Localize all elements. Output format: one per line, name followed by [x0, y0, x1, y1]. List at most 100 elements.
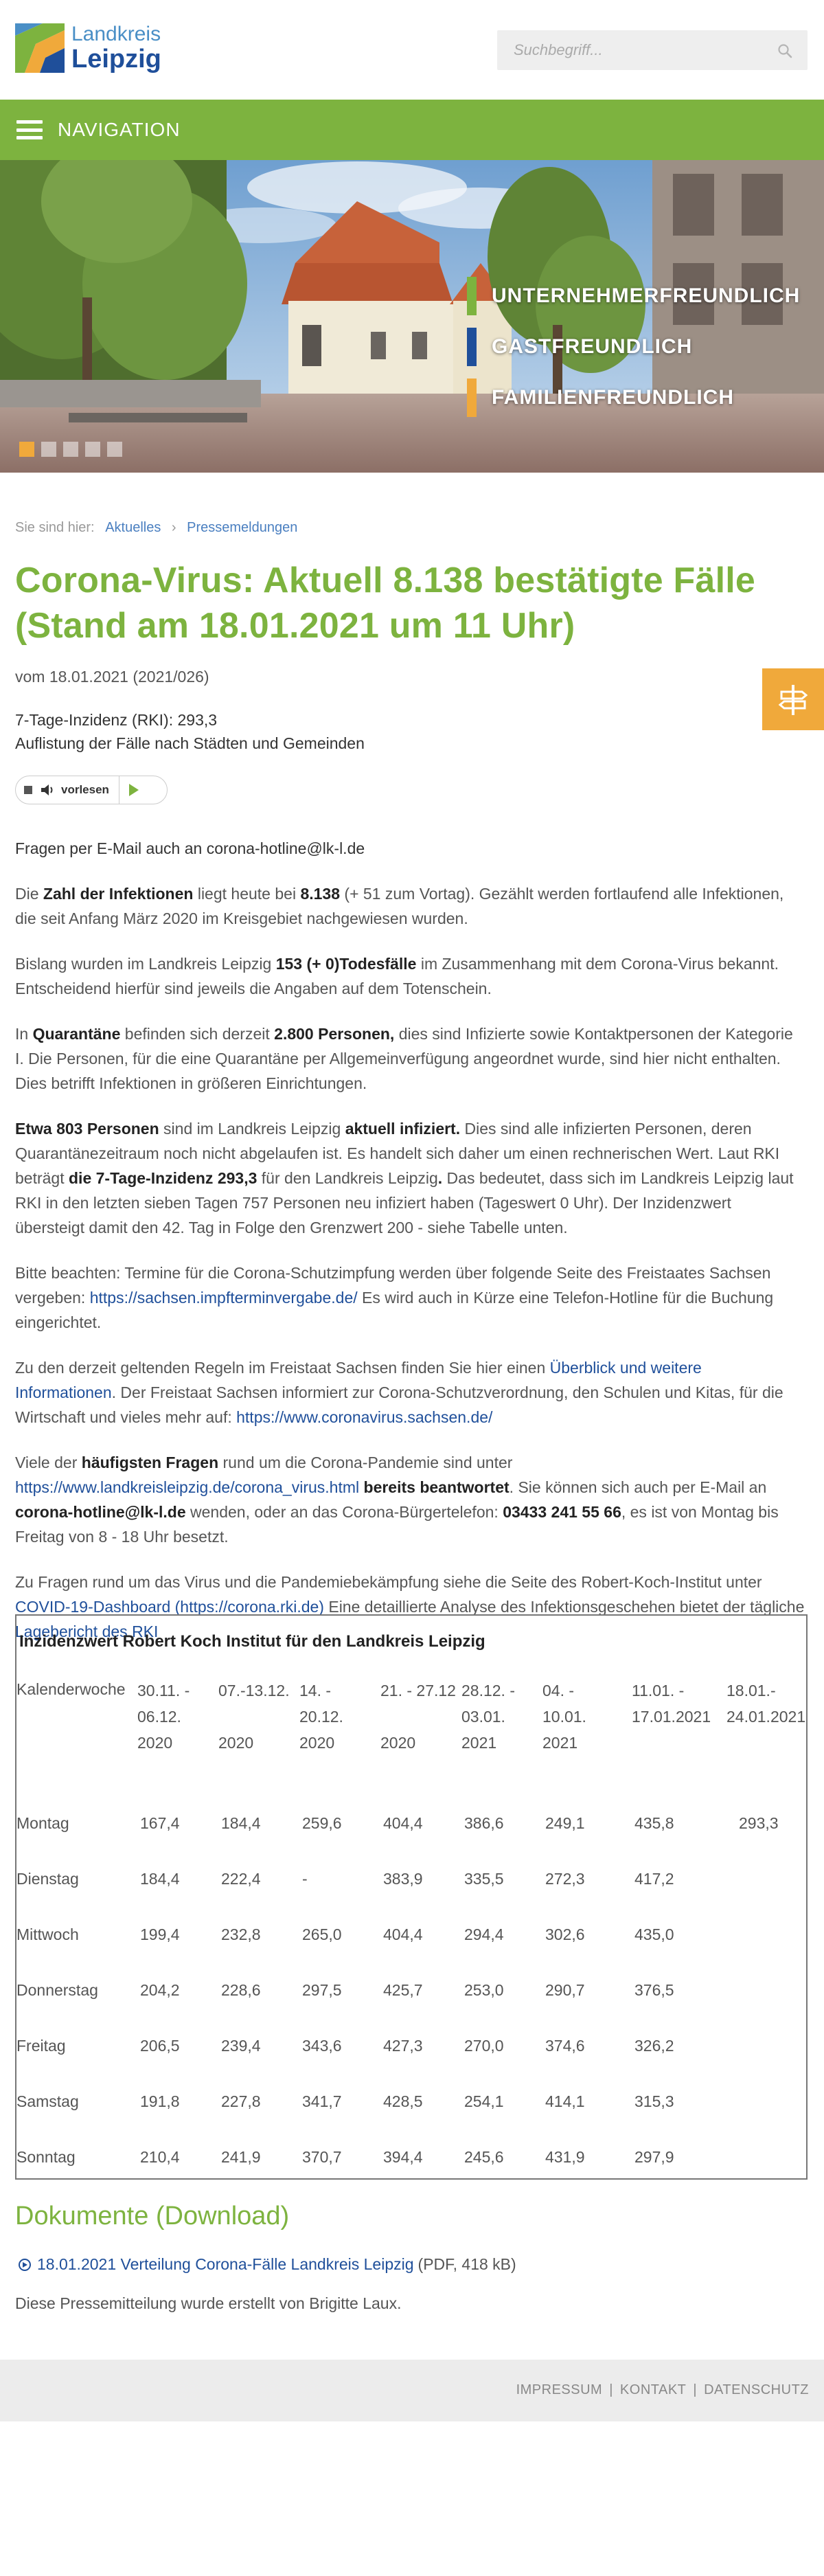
- claim-family: FAMILIENFREUNDLICH: [467, 379, 800, 417]
- breadcrumb: Sie sind hier: Aktuelles › Pressemeldung…: [15, 520, 297, 536]
- search-box: [497, 30, 808, 70]
- value-cell: 184,4: [221, 1814, 261, 1832]
- author-note: Diese Pressemitteilung wurde erstellt vo…: [15, 2294, 402, 2312]
- value-cell: [726, 2018, 806, 2074]
- logo-line-1: Landkreis: [71, 23, 161, 45]
- day-cell: Dienstag: [16, 1870, 79, 1888]
- infected-paragraph: Etwa 803 Personen sind im Landkreis Leip…: [15, 1120, 794, 1236]
- logo-line-2: Leipzig: [71, 45, 161, 74]
- site-logo[interactable]: Landkreis Leipzig: [15, 21, 166, 76]
- speaker-icon: [41, 784, 53, 795]
- claim-hospitality: GASTFREUNDLICH: [467, 328, 800, 366]
- value-cell: 376,5: [634, 1981, 674, 1999]
- slider-dot[interactable]: [85, 442, 100, 457]
- value-cell: 228,6: [221, 1981, 261, 1999]
- value-cell: 417,2: [634, 1870, 674, 1888]
- vaccination-link[interactable]: https://sachsen.impfterminvergabe.de/: [90, 1289, 358, 1307]
- value-cell: 206,5: [140, 2037, 180, 2055]
- value-cell: 199,4: [140, 1925, 180, 1943]
- week-header-cell: 28.12. -03.01. 2021: [461, 1682, 515, 1752]
- stop-icon[interactable]: [24, 786, 32, 794]
- value-cell: 167,4: [140, 1814, 180, 1832]
- table-row: Freitag 206,5 239,4 343,6 427,3 270,0 374,6 326…: [16, 2018, 806, 2074]
- search-icon[interactable]: [777, 43, 792, 58]
- value-cell: 259,6: [302, 1814, 342, 1832]
- value-cell: [726, 1851, 806, 1907]
- week-header-cell: 21. - 27.12 2020: [380, 1682, 456, 1752]
- day-cell: Donnerstag: [16, 1981, 98, 1999]
- week-header-cell: 04. -10.01. 2021: [542, 1682, 586, 1752]
- value-cell: 297,5: [302, 1981, 342, 1999]
- slider-dot[interactable]: [63, 442, 78, 457]
- hamburger-icon[interactable]: [16, 120, 43, 139]
- breadcrumb-separator: ›: [171, 520, 176, 535]
- value-cell: 222,4: [221, 1870, 261, 1888]
- rki-dashboard-link[interactable]: COVID-19-Dashboard (https://corona.rki.d…: [15, 1598, 324, 1616]
- value-cell: 427,3: [383, 2037, 423, 2055]
- value-cell: [726, 1907, 806, 1963]
- site-footer: IMPRESSUM | KONTAKT | DATENSCHUTZ: [0, 2360, 824, 2421]
- slider-dot[interactable]: [41, 442, 56, 457]
- value-cell: -: [302, 1870, 308, 1888]
- slider-dot[interactable]: [107, 442, 122, 457]
- value-cell: 343,6: [302, 2037, 342, 2055]
- value-cell: [726, 2074, 806, 2129]
- value-cell: 294,4: [464, 1925, 504, 1943]
- play-icon[interactable]: [128, 784, 139, 796]
- document-link[interactable]: 18.01.2021 Verteilung Corona-Fälle Landk…: [37, 2255, 414, 2274]
- table-row: Montag 167,4 184,4 259,6 404,4 386,6 249,1 435,…: [16, 1796, 806, 1851]
- breadcrumb-link-aktuelles[interactable]: Aktuelles: [105, 520, 161, 535]
- hero-banner: UNTERNEHMERFREUNDLICH GASTFREUNDLICH FAM…: [0, 160, 824, 473]
- incidence-grid: Kalenderwoche 30.11. -06.12. 2020 07.-13.12…: [16, 1677, 806, 2185]
- day-cell: Montag: [16, 1814, 69, 1832]
- value-cell: 374,6: [545, 2037, 585, 2055]
- value-cell: 386,6: [464, 1814, 504, 1832]
- value-cell: 227,8: [221, 2092, 261, 2110]
- vaccination-paragraph: Bitte beachten: Termine für die Corona-S…: [15, 1264, 774, 1331]
- value-cell: 414,1: [545, 2092, 585, 2110]
- value-cell: 191,8: [140, 2092, 180, 2110]
- read-aloud-label[interactable]: vorlesen: [61, 783, 109, 797]
- value-cell: 204,2: [140, 1981, 180, 1999]
- coronavirus-sachsen-link[interactable]: https://www.coronavirus.sachsen.de/: [236, 1408, 492, 1426]
- week-header-cell: 30.11. -06.12. 2020: [137, 1682, 190, 1752]
- read-aloud-player[interactable]: vorlesen: [15, 776, 168, 804]
- week-header-cell: 14. -20.12. 2020: [299, 1682, 343, 1752]
- search-input[interactable]: [497, 30, 758, 70]
- value-cell: 370,7: [302, 2148, 342, 2166]
- footer-link-kontakt[interactable]: KONTAKT: [620, 2382, 686, 2397]
- logo-mark-icon: [15, 23, 65, 73]
- faq-link[interactable]: https://www.landkreisleipzig.de/corona_v…: [15, 1478, 359, 1496]
- value-cell: 425,7: [383, 1981, 423, 1999]
- incidence-line: 7-Tage-Inzidenz (RKI): 293,3: [15, 711, 218, 729]
- site-header: Landkreis Leipzig: [0, 0, 824, 100]
- footer-links: IMPRESSUM | KONTAKT | DATENSCHUTZ: [516, 2382, 809, 2397]
- document-meta: (PDF, 418 kB): [417, 2255, 516, 2273]
- breadcrumb-prefix: Sie sind hier:: [15, 520, 95, 535]
- value-cell: 435,8: [634, 1814, 674, 1832]
- value-cell: 404,4: [383, 1814, 423, 1832]
- navigation-label[interactable]: NAVIGATION: [58, 119, 181, 141]
- faq-paragraph: Viele der häufigsten Fragen rund um die …: [15, 1454, 779, 1546]
- infections-paragraph: Die Zahl der Infektionen liegt heute bei…: [15, 885, 784, 927]
- slider-dot[interactable]: [19, 442, 34, 457]
- value-cell: 184,4: [140, 1870, 180, 1888]
- listing-line: Auflistung der Fälle nach Städten und Ge…: [15, 734, 365, 752]
- page-title: Corona-Virus: Aktuell 8.138 bestätigte F…: [15, 561, 755, 646]
- table-row: Donnerstag 204,2 228,6 297,5 425,7 253,0 290,7…: [16, 1963, 806, 2018]
- value-cell: 290,7: [545, 1981, 585, 1999]
- footer-link-impressum[interactable]: IMPRESSUM: [516, 2382, 603, 2397]
- breadcrumb-link-pressemeldungen[interactable]: Pressemeldungen: [187, 520, 297, 535]
- table-title: Inzidenzwert Robert Koch Institut für de…: [19, 1632, 485, 1651]
- value-cell: 428,5: [383, 2092, 423, 2110]
- footer-link-datenschutz[interactable]: DATENSCHUTZ: [704, 2382, 809, 2397]
- value-cell: 326,2: [634, 2037, 674, 2055]
- value-cell: 341,7: [302, 2092, 342, 2110]
- navigation-bar[interactable]: NAVIGATION: [0, 100, 824, 160]
- value-cell: 383,9: [383, 1870, 423, 1888]
- value-cell: 253,0: [464, 1981, 504, 1999]
- day-cell: Samstag: [16, 2092, 79, 2110]
- quarantine-paragraph: In Quarantäne befinden sich derzeit 2.80…: [15, 1025, 793, 1092]
- hero-claims: UNTERNEHMERFREUNDLICH GASTFREUNDLICH FAM…: [467, 277, 800, 429]
- download-icon[interactable]: [18, 2258, 32, 2272]
